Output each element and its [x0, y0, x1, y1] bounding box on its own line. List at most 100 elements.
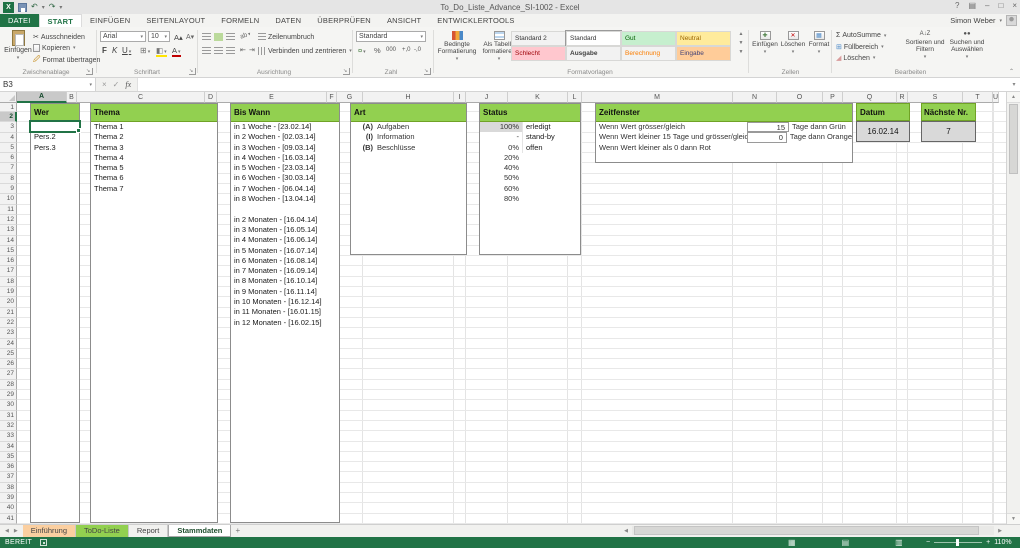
row-header[interactable]: 27	[0, 369, 17, 379]
alignment-dialog-launcher[interactable]: ↘	[343, 68, 350, 75]
bis-wann-month-cell[interactable]: in 5 Monaten - [16.07.14]	[231, 246, 339, 256]
macro-record-icon[interactable]	[40, 539, 47, 546]
status-percent-cell[interactable]: 40%	[480, 163, 522, 173]
bis-wann-month-cell[interactable]: in 2 Monaten - [16.04.14]	[231, 215, 339, 225]
row-header[interactable]: 37	[0, 472, 17, 482]
row-header[interactable]: 31	[0, 411, 17, 421]
align-middle-icon[interactable]	[214, 33, 223, 41]
format-painter-button[interactable]: 🖉 Format übertragen	[33, 55, 100, 66]
paste-button[interactable]: Einfügen▾	[4, 30, 32, 61]
ribbon-tab[interactable]: SEITENLAYOUT	[138, 14, 213, 27]
art-row[interactable]: (B) Beschlüsse	[351, 143, 466, 153]
decrease-font-icon[interactable]: A▾	[186, 33, 194, 41]
datum-header-cell[interactable]: Datum	[856, 103, 910, 121]
user-account[interactable]: Simon Weber ▾	[950, 14, 1017, 27]
row-header[interactable]: 28	[0, 380, 17, 390]
row-header[interactable]: 14	[0, 236, 17, 246]
art-label-cell[interactable]: Beschlüsse	[377, 143, 415, 153]
italic-button[interactable]: K	[112, 46, 117, 55]
status-percent-cell[interactable]: 50%	[480, 173, 522, 183]
bis-wann-week-cell[interactable]: in 2 Wochen - [02.03.14]	[231, 132, 339, 142]
cell-style-option[interactable]: Ausgabe	[566, 46, 621, 61]
ribbon-tab[interactable]: DATEI	[0, 14, 39, 27]
row-header[interactable]: 6	[0, 153, 17, 163]
bis-wann-week-cell[interactable]: in 1 Woche - [23.02.14]	[231, 122, 339, 132]
status-percent-cell[interactable]: -	[480, 132, 522, 142]
column-header[interactable]: H	[363, 92, 454, 103]
cell-style-option[interactable]: Standard 2	[511, 31, 566, 46]
fill-color-icon[interactable]: ◧	[156, 46, 167, 57]
cell-style-option[interactable]: Schlecht	[511, 46, 566, 61]
bis-wann-week-cell[interactable]: in 8 Wochen - [13.04.14]	[231, 194, 339, 204]
gallery-up-icon[interactable]: ▲	[739, 31, 744, 37]
align-center-icon[interactable]	[214, 47, 223, 55]
horizontal-scroll-thumb[interactable]	[634, 526, 979, 535]
zeitfenster-rule-value[interactable]: 0	[747, 132, 787, 142]
datum-value-cell[interactable]: 16.02.14	[856, 121, 910, 142]
art-code-cell[interactable]: (A)	[351, 122, 377, 132]
normal-view-icon[interactable]: ▦	[788, 538, 796, 547]
bis-wann-month-cell[interactable]: in 12 Monaten - [16.02.15]	[231, 318, 339, 328]
align-right-icon[interactable]	[226, 47, 235, 55]
row-header[interactable]: 38	[0, 483, 17, 493]
column-header[interactable]: O	[777, 92, 823, 103]
sort-filter-button[interactable]: A↓Z Sortieren und Filtern▾	[905, 31, 945, 61]
font-dialog-launcher[interactable]: ↘	[189, 68, 196, 75]
bis-wann-month-cell[interactable]: in 9 Monaten - [16.11.14]	[231, 287, 339, 297]
row-header[interactable]: 23	[0, 328, 17, 338]
row-header[interactable]: 25	[0, 349, 17, 359]
page-layout-view-icon[interactable]: ▤	[842, 538, 850, 547]
sheet-nav-left-icon[interactable]: ◀	[5, 528, 9, 534]
column-header[interactable]: U	[993, 92, 999, 103]
font-size-combo[interactable]: 10▾	[148, 31, 170, 42]
row-header[interactable]: 18	[0, 277, 17, 287]
column-header[interactable]: C	[77, 92, 205, 103]
status-percent-cell[interactable]: 60%	[480, 184, 522, 194]
art-row[interactable]: (I) Information	[351, 132, 466, 142]
align-left-icon[interactable]	[202, 47, 211, 55]
enter-icon[interactable]: ✓	[113, 80, 120, 89]
row-header[interactable]: 2	[0, 112, 17, 122]
row-header[interactable]: 21	[0, 308, 17, 318]
cancel-icon[interactable]: ×	[102, 80, 107, 89]
status-percent-cell[interactable]: 20%	[480, 153, 522, 163]
status-percent-cell[interactable]: 80%	[480, 194, 522, 204]
currency-icon[interactable]: ¤	[358, 46, 366, 55]
row-header[interactable]: 34	[0, 442, 17, 452]
cell-style-option[interactable]: Eingabe	[676, 46, 731, 61]
row-header[interactable]: 15	[0, 246, 17, 256]
column-header[interactable]: N	[733, 92, 777, 103]
thema-cell[interactable]: Thema 4	[91, 153, 217, 163]
row-header[interactable]: 11	[0, 205, 17, 215]
cut-button[interactable]: ✂ Ausschneiden	[33, 33, 85, 41]
bis-wann-month-cell[interactable]: in 4 Monaten - [16.06.14]	[231, 235, 339, 245]
bis-wann-week-cell[interactable]: in 3 Wochen - [09.03.14]	[231, 143, 339, 153]
row-header[interactable]: 33	[0, 431, 17, 441]
row-header[interactable]: 12	[0, 215, 17, 225]
column-header[interactable]: J	[466, 92, 508, 103]
font-color-icon[interactable]: A	[172, 46, 181, 57]
zoom-level[interactable]: 110%	[994, 539, 1011, 546]
percent-icon[interactable]: %	[374, 46, 381, 55]
help-button[interactable]: ?	[955, 1, 959, 10]
zeitfenster-rule-value[interactable]: 15	[747, 122, 789, 132]
row-header[interactable]: 4	[0, 133, 17, 143]
decrease-indent-icon[interactable]: ⇤	[240, 46, 246, 54]
row-header[interactable]: 10	[0, 194, 17, 204]
save-icon[interactable]	[18, 3, 27, 12]
column-header[interactable]: Q	[843, 92, 897, 103]
align-bottom-icon[interactable]	[226, 33, 235, 41]
cell-style-option[interactable]: Neutral	[676, 31, 731, 46]
row-header[interactable]: 40	[0, 503, 17, 513]
name-box[interactable]: B3▾	[0, 78, 96, 91]
wer-cell[interactable]: Pers.3	[31, 143, 79, 153]
redo-icon[interactable]: ↷	[49, 2, 56, 12]
column-header[interactable]: R	[897, 92, 908, 103]
insert-cells-button[interactable]: ✚ Einfügen▾	[752, 31, 778, 55]
conditional-formatting-button[interactable]: Bedingte Formatierung▾	[437, 31, 477, 63]
zeitfenster-header-cell[interactable]: Zeitfenster	[596, 104, 852, 122]
cell-style-option[interactable]: Standard	[566, 31, 621, 46]
row-header[interactable]: 24	[0, 339, 17, 349]
column-header[interactable]: D	[205, 92, 217, 103]
bold-button[interactable]: F	[102, 46, 107, 55]
